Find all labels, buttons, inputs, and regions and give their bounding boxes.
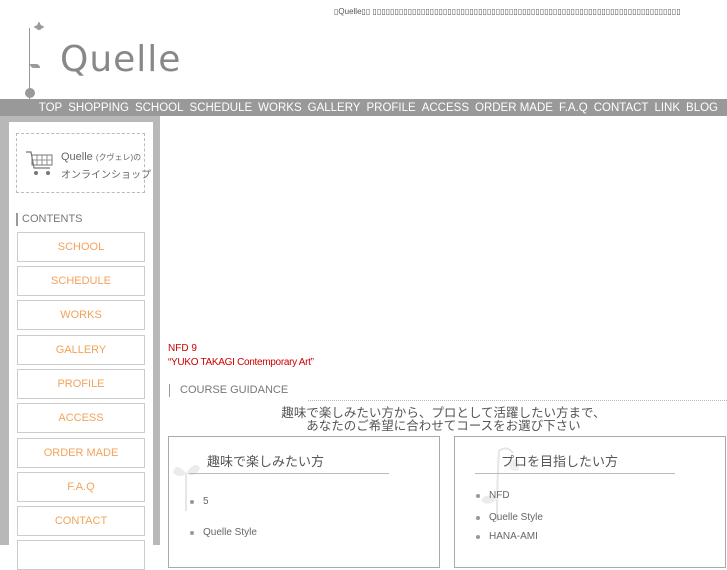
pro-course-panel: プロを目指したい方 NFD Quelle Style HANA-AMI bbox=[454, 436, 726, 568]
news-line-2[interactable]: “YUKO TAKAGI Contemporary Art” bbox=[168, 357, 314, 368]
pro-title-underline bbox=[475, 473, 675, 474]
pro-course-item[interactable]: HANA-AMI bbox=[473, 530, 543, 553]
shop-title-main: Quelle bbox=[61, 151, 93, 163]
shop-title-small: (クヴェレ)の bbox=[95, 153, 142, 162]
hobby-course-list: 5 Quelle Style bbox=[187, 495, 257, 549]
nav-top[interactable]: TOP bbox=[39, 102, 62, 114]
pro-course-item[interactable]: NFD bbox=[473, 489, 543, 511]
site-logo[interactable]: Quelle bbox=[20, 20, 180, 100]
hobby-course-item[interactable]: 5 bbox=[187, 495, 257, 526]
course-divider bbox=[308, 400, 727, 401]
nav-profile[interactable]: PROFILE bbox=[366, 102, 415, 114]
nav-school[interactable]: SCHOOL bbox=[135, 102, 184, 114]
side-button-access[interactable]: ACCESS bbox=[17, 403, 145, 433]
sidebar-panel: Quelle (クヴェレ)の オンラインショップ CONTENTS SCHOOL… bbox=[9, 122, 153, 570]
news-line-1[interactable]: NFD 9 bbox=[168, 343, 197, 354]
flower-icon bbox=[34, 22, 44, 30]
shop-subtitle: オンラインショップ bbox=[61, 170, 151, 181]
sidebar: Quelle (クヴェレ)の オンラインショップ CONTENTS SCHOOL… bbox=[0, 116, 160, 570]
intro-line-2: あなたのご希望に合わせてコースをお選び下さい bbox=[306, 418, 581, 433]
leaf-icon bbox=[30, 64, 40, 68]
side-button-profile[interactable]: PROFILE bbox=[17, 369, 145, 399]
shop-title: Quelle (クヴェレ)の bbox=[61, 151, 141, 163]
side-button-schedule[interactable]: SCHEDULE bbox=[17, 266, 145, 296]
course-intro: 趣味で楽しみたい方から、プロとして活躍したい方まで、 あなたのご希望に合わせてコ… bbox=[160, 406, 727, 432]
nav-gallery[interactable]: GALLERY bbox=[308, 102, 361, 114]
online-shop-banner[interactable]: Quelle (クヴェレ)の オンラインショップ bbox=[16, 133, 151, 193]
side-button-school[interactable]: SCHOOL bbox=[17, 232, 145, 262]
header-tagline: ▯Quelle▯▯ ▯▯▯▯▯▯▯▯▯▯▯▯▯▯▯▯▯▯▯▯▯▯▯▯▯▯▯▯▯▯… bbox=[334, 7, 681, 16]
course-guidance-heading: COURSE GUIDANCE bbox=[169, 384, 288, 397]
hobby-course-item[interactable]: Quelle Style bbox=[187, 526, 257, 549]
side-button-gallery[interactable]: GALLERY bbox=[17, 335, 145, 365]
nav-access[interactable]: ACCESS bbox=[422, 102, 469, 114]
nav-contact[interactable]: CONTACT bbox=[594, 102, 649, 114]
nav-blog[interactable]: BLOG bbox=[686, 102, 718, 114]
nav-order-made[interactable]: ORDER MADE bbox=[475, 102, 553, 114]
nav-link[interactable]: LINK bbox=[654, 102, 680, 114]
shopping-cart-icon bbox=[26, 151, 53, 175]
logo-ball bbox=[25, 88, 35, 98]
nav-schedule[interactable]: SCHEDULE bbox=[190, 102, 253, 114]
hobby-title-underline bbox=[189, 473, 389, 474]
contents-heading: CONTENTS bbox=[16, 213, 83, 226]
side-button-contact[interactable]: CONTACT bbox=[17, 506, 145, 536]
nav-works[interactable]: WORKS bbox=[258, 102, 301, 114]
pro-course-title: プロを目指したい方 bbox=[501, 455, 619, 470]
logo-text: Quelle bbox=[60, 39, 182, 80]
side-button-faq[interactable]: F.A.Q bbox=[17, 472, 145, 502]
hobby-course-title: 趣味で楽しみたい方 bbox=[207, 455, 325, 470]
main-content: NFD 9 “YUKO TAKAGI Contemporary Art” COU… bbox=[160, 116, 727, 568]
side-button-works[interactable]: WORKS bbox=[17, 300, 145, 330]
pro-course-list: NFD Quelle Style HANA-AMI bbox=[473, 489, 543, 553]
nav-faq[interactable]: F.A.Q bbox=[559, 102, 588, 114]
nav-shopping[interactable]: SHOPPING bbox=[68, 102, 129, 114]
hobby-course-panel: 趣味で楽しみたい方 5 Quelle Style bbox=[168, 436, 440, 568]
main-nav: TOP SHOPPING SCHOOL SCHEDULE WORKS GALLE… bbox=[0, 99, 727, 116]
side-button-order-made[interactable]: ORDER MADE bbox=[17, 438, 145, 468]
pro-course-item[interactable]: Quelle Style bbox=[473, 511, 543, 530]
